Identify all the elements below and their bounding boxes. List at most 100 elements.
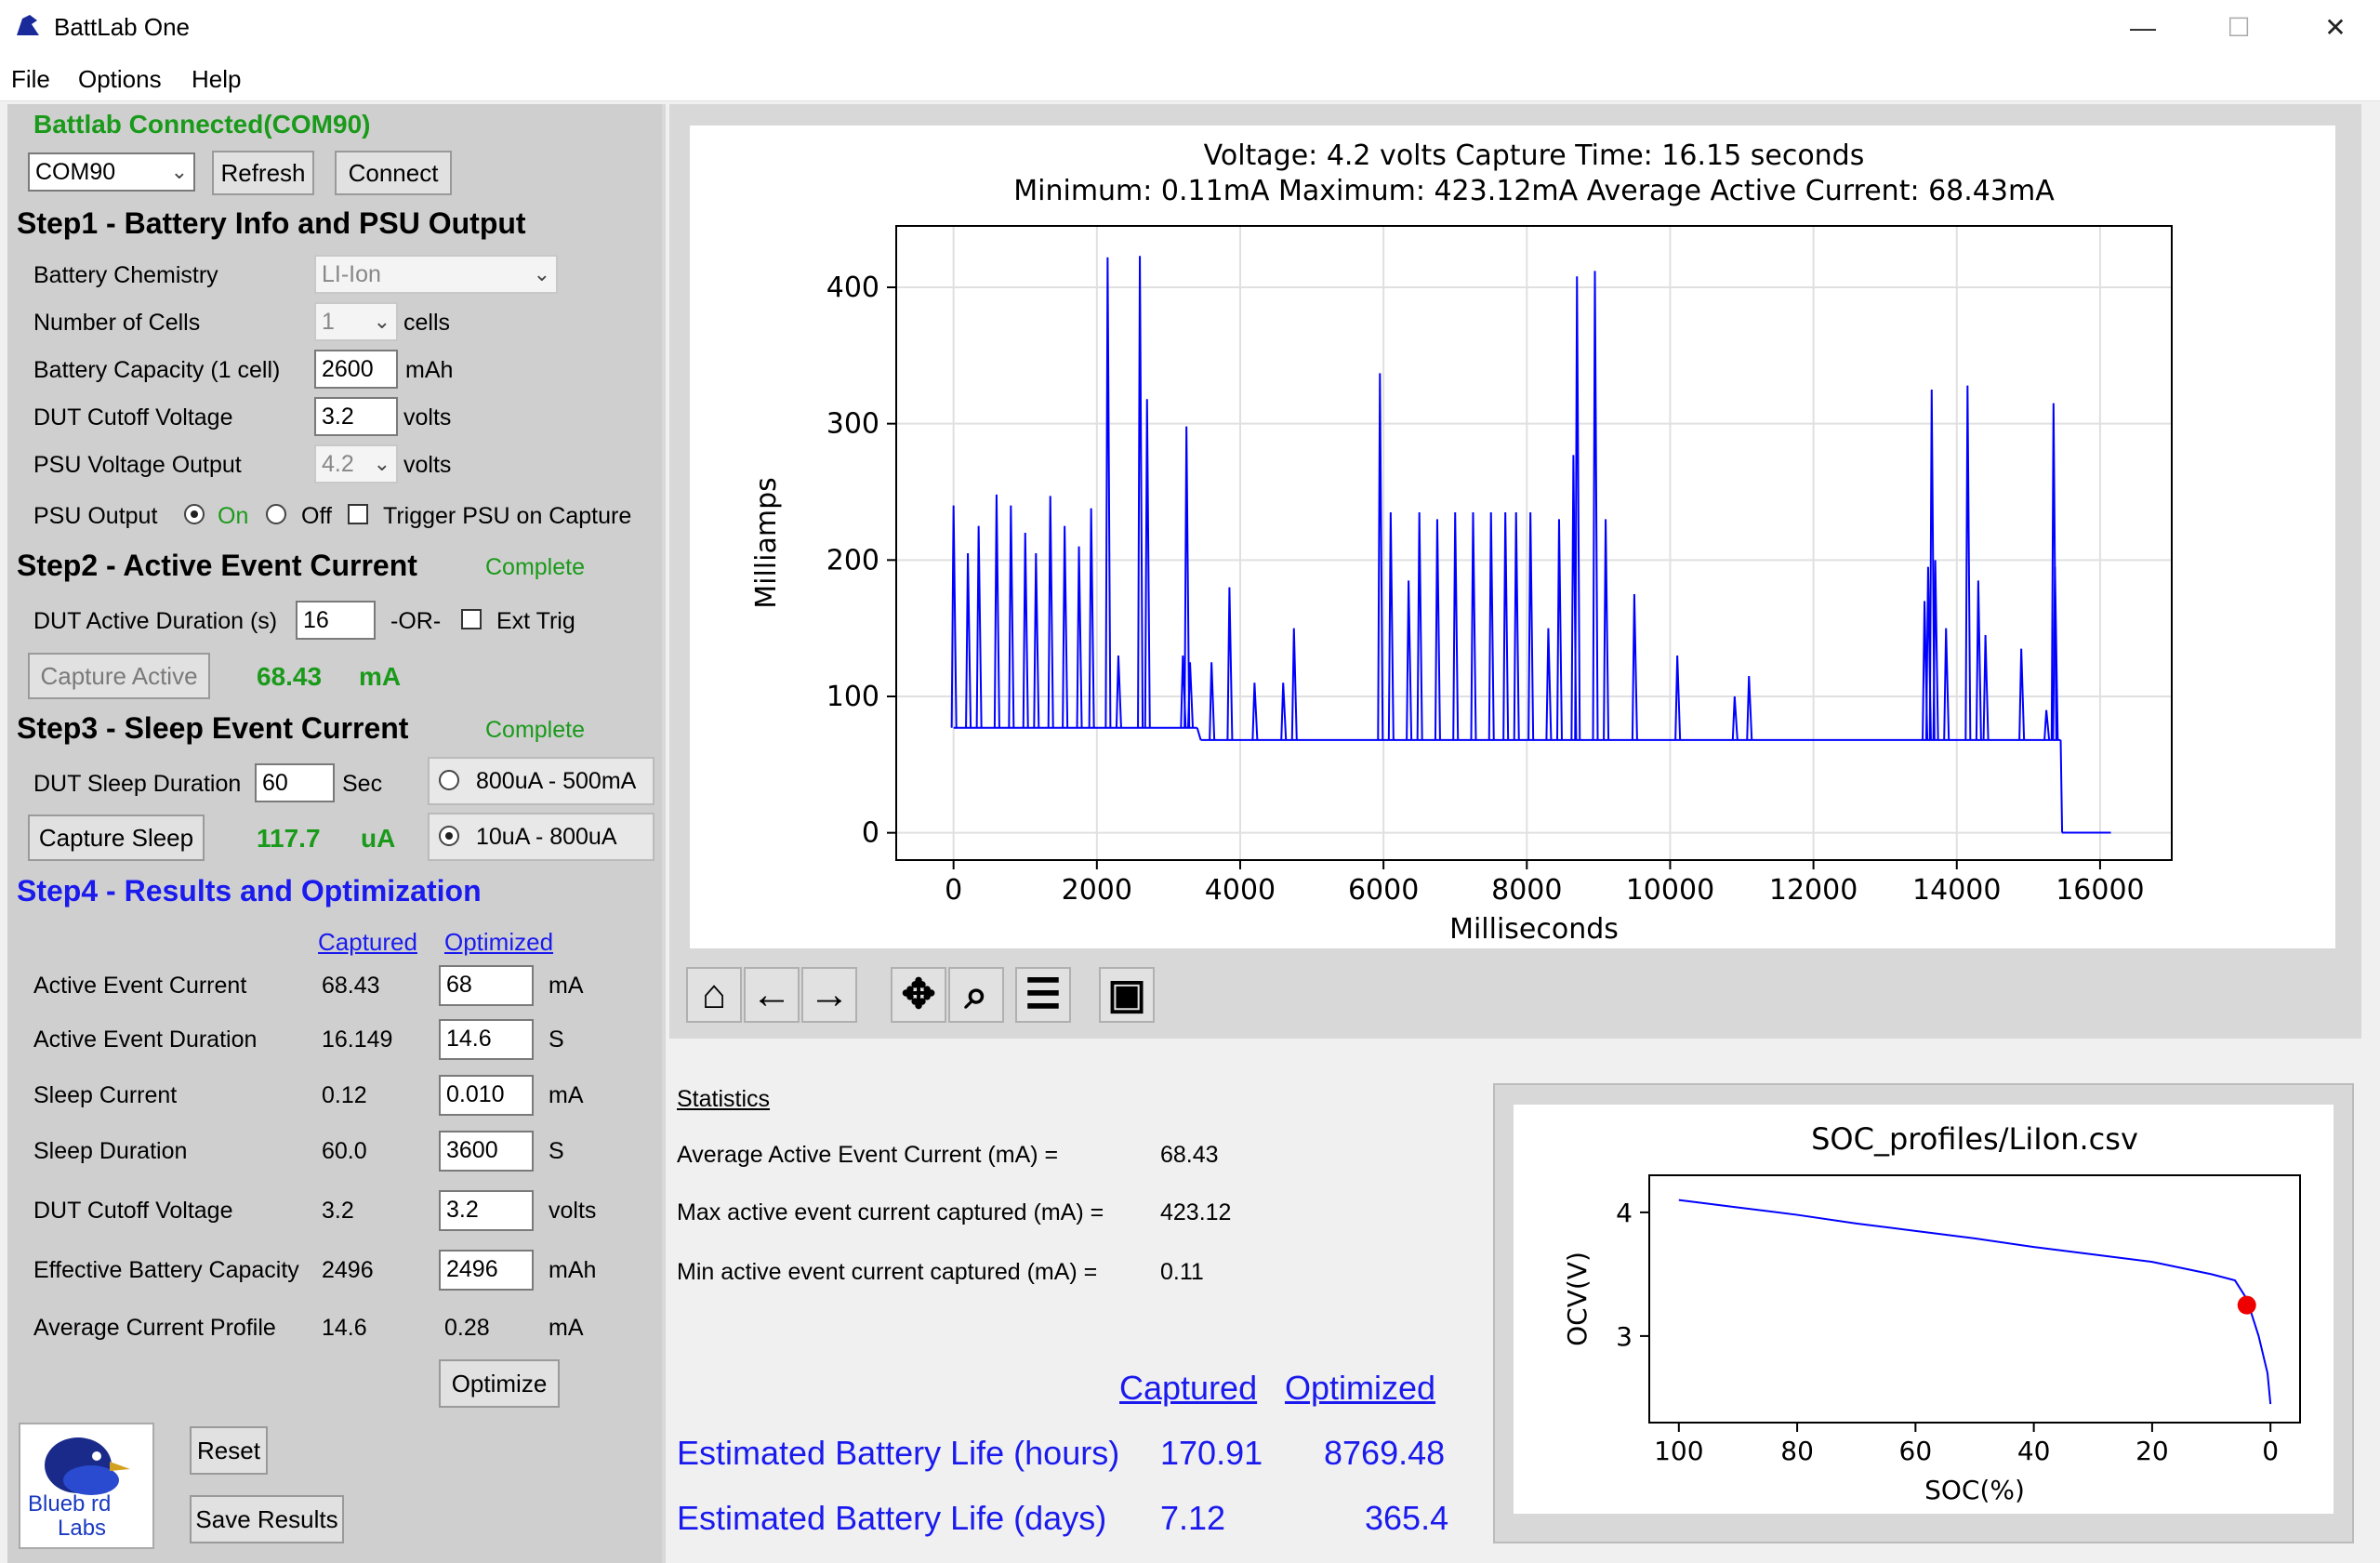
y-tick-label: 400 (826, 272, 879, 304)
dut-cutoff-input[interactable]: 3.2 (314, 397, 398, 436)
com-port-select[interactable]: COM90 ⌄ (28, 152, 195, 192)
battery-capacity-input[interactable]: 2600 (314, 350, 398, 389)
dut-active-duration-input[interactable]: 16 (296, 601, 376, 640)
close-button[interactable]: ✕ (2298, 7, 2373, 48)
current-spike (1502, 511, 1510, 740)
result-row-label: Average Current Profile (33, 1315, 276, 1341)
soc-chart: SOC_profiles/LiIon.csv 100 80 60 40 20 0 3 4 SOC(… (1514, 1105, 2334, 1514)
result-row-optimized-input[interactable]: 0.010 (439, 1075, 534, 1116)
y-tick-label: 0 (862, 817, 879, 850)
sleep-current-result: 117.7 (257, 824, 321, 853)
menu-options[interactable]: Options (78, 65, 162, 94)
connection-status: Battlab Connected(COM90) (33, 110, 371, 139)
result-row-captured: 0.12 (322, 1082, 367, 1108)
dut-cutoff-label: DUT Cutoff Voltage (33, 404, 233, 430)
save-results-button[interactable]: Save Results (190, 1495, 344, 1543)
range-low-radio[interactable] (439, 826, 459, 846)
current-spike (1592, 271, 1599, 740)
result-row-optimized-input[interactable]: 3.2 (439, 1190, 534, 1231)
y-tick-label: 200 (826, 544, 879, 576)
logo-text-line1: Blueb rd (28, 1491, 112, 1517)
capture-active-button[interactable]: Capture Active (28, 653, 210, 699)
current-spike (1975, 580, 1982, 740)
result-row-optimized-input[interactable]: 3600 (439, 1131, 534, 1172)
current-spike (1076, 546, 1083, 728)
current-spike (1527, 511, 1535, 740)
range-low-label: 10uA - 800uA (476, 824, 617, 850)
menu-help[interactable]: Help (192, 65, 241, 94)
com-port-value: COM90 (35, 159, 116, 185)
current-chart-svg: Voltage: 4.2 volts Capture Time: 16.15 s… (750, 139, 2173, 946)
x-tick-label: 4000 (1205, 874, 1276, 907)
life-hours-label: Estimated Battery Life (hours) (677, 1434, 1120, 1472)
range-high-radio[interactable] (439, 770, 459, 790)
avg-current-value: 68.43 (1160, 1142, 1219, 1168)
soc-chart-svg: SOC_profiles/LiIon.csv 100 80 60 40 20 0 3 4 SOC(… (1562, 1121, 2301, 1505)
step4-title: Step4 - Results and Optimization (17, 874, 482, 907)
home-icon[interactable]: ⌂ (686, 967, 742, 1023)
soc-x-tick-label: 40 (2017, 1436, 2051, 1466)
psu-off-radio[interactable] (266, 504, 286, 524)
psu-on-radio[interactable] (184, 504, 205, 524)
number-of-cells-label: Number of Cells (33, 310, 201, 336)
optimized-column-header[interactable]: Optimized (444, 928, 553, 957)
result-row-optimized-input[interactable]: 14.6 (439, 1019, 534, 1060)
number-of-cells-select[interactable]: 1 ⌄ (314, 302, 398, 341)
result-row-captured: 68.43 (322, 973, 380, 999)
result-row-optimized-input[interactable]: 2496 (439, 1250, 534, 1291)
back-arrow-icon[interactable]: ← (744, 967, 800, 1023)
step3-status: Complete (485, 717, 585, 743)
life-days-optimized: 365.4 (1365, 1499, 1449, 1537)
x-tick-label: 10000 (1626, 874, 1714, 907)
zoom-icon[interactable]: ⌕ (948, 967, 1004, 1023)
range-low-option[interactable]: 10uA - 800uA (428, 813, 654, 861)
dut-sleep-duration-input[interactable]: 60 (255, 763, 335, 802)
menu-file[interactable]: File (11, 65, 50, 94)
trigger-psu-checkbox[interactable] (348, 504, 368, 524)
optimize-button[interactable]: Optimize (439, 1359, 560, 1408)
step2-status: Complete (485, 554, 585, 580)
save-icon[interactable]: ▣ (1099, 967, 1155, 1023)
capture-sleep-button[interactable]: Capture Sleep (28, 815, 205, 861)
chart-subtitle: Minimum: 0.11mA Maximum: 423.12mA Averag… (1013, 175, 2055, 207)
result-row-captured: 60.0 (322, 1138, 367, 1164)
forward-arrow-icon[interactable]: → (801, 967, 857, 1023)
title-bar: BattLab One — ☐ ✕ (0, 0, 2380, 58)
connect-button[interactable]: Connect (335, 151, 452, 195)
current-spike (1144, 399, 1151, 728)
soc-curve (1678, 1199, 2272, 1405)
current-spike (1452, 511, 1460, 740)
soc-y-axis-label: OCV(V) (1562, 1252, 1593, 1346)
reset-button[interactable]: Reset (190, 1426, 268, 1475)
current-spike (1387, 511, 1395, 740)
life-captured-header[interactable]: Captured (1119, 1369, 1257, 1408)
refresh-button[interactable]: Refresh (212, 151, 314, 195)
ext-trig-label: Ext Trig (496, 608, 575, 634)
current-spike (993, 494, 1000, 728)
result-row-label: Active Event Current (33, 973, 247, 999)
soc-x-axis-label: SOC(%) (1924, 1475, 2025, 1505)
captured-column-header[interactable]: Captured (318, 928, 417, 957)
current-spike (1488, 511, 1495, 740)
current-spike (975, 525, 983, 728)
pan-icon[interactable]: ✥ (891, 967, 946, 1023)
current-chart[interactable]: Voltage: 4.2 volts Capture Time: 16.15 s… (690, 126, 2335, 948)
result-row-unit: S (549, 1027, 564, 1053)
life-optimized-header[interactable]: Optimized (1285, 1369, 1435, 1408)
soc-x-tick-label: 60 (1899, 1436, 1933, 1466)
current-spike (2043, 709, 2051, 741)
chevron-down-icon: ⌄ (373, 310, 390, 333)
or-label: -OR- (390, 608, 442, 634)
configure-icon[interactable]: ☰ (1015, 967, 1071, 1023)
x-tick-label: 14000 (1912, 874, 2001, 907)
result-row-unit: S (549, 1138, 564, 1164)
psu-voltage-select[interactable]: 4.2 ⌄ (314, 444, 398, 483)
maximize-button[interactable]: ☐ (2202, 7, 2276, 48)
psu-voltage-unit: volts (403, 452, 452, 478)
result-row-optimized-input[interactable]: 68 (439, 965, 534, 1006)
battery-chemistry-select[interactable]: LI-Ion ⌄ (314, 255, 558, 294)
range-high-option[interactable]: 800uA - 500mA (428, 757, 654, 805)
ext-trig-checkbox[interactable] (461, 609, 482, 629)
minimize-button[interactable]: — (2106, 7, 2180, 48)
y-axis-label: Milliamps (750, 477, 783, 609)
